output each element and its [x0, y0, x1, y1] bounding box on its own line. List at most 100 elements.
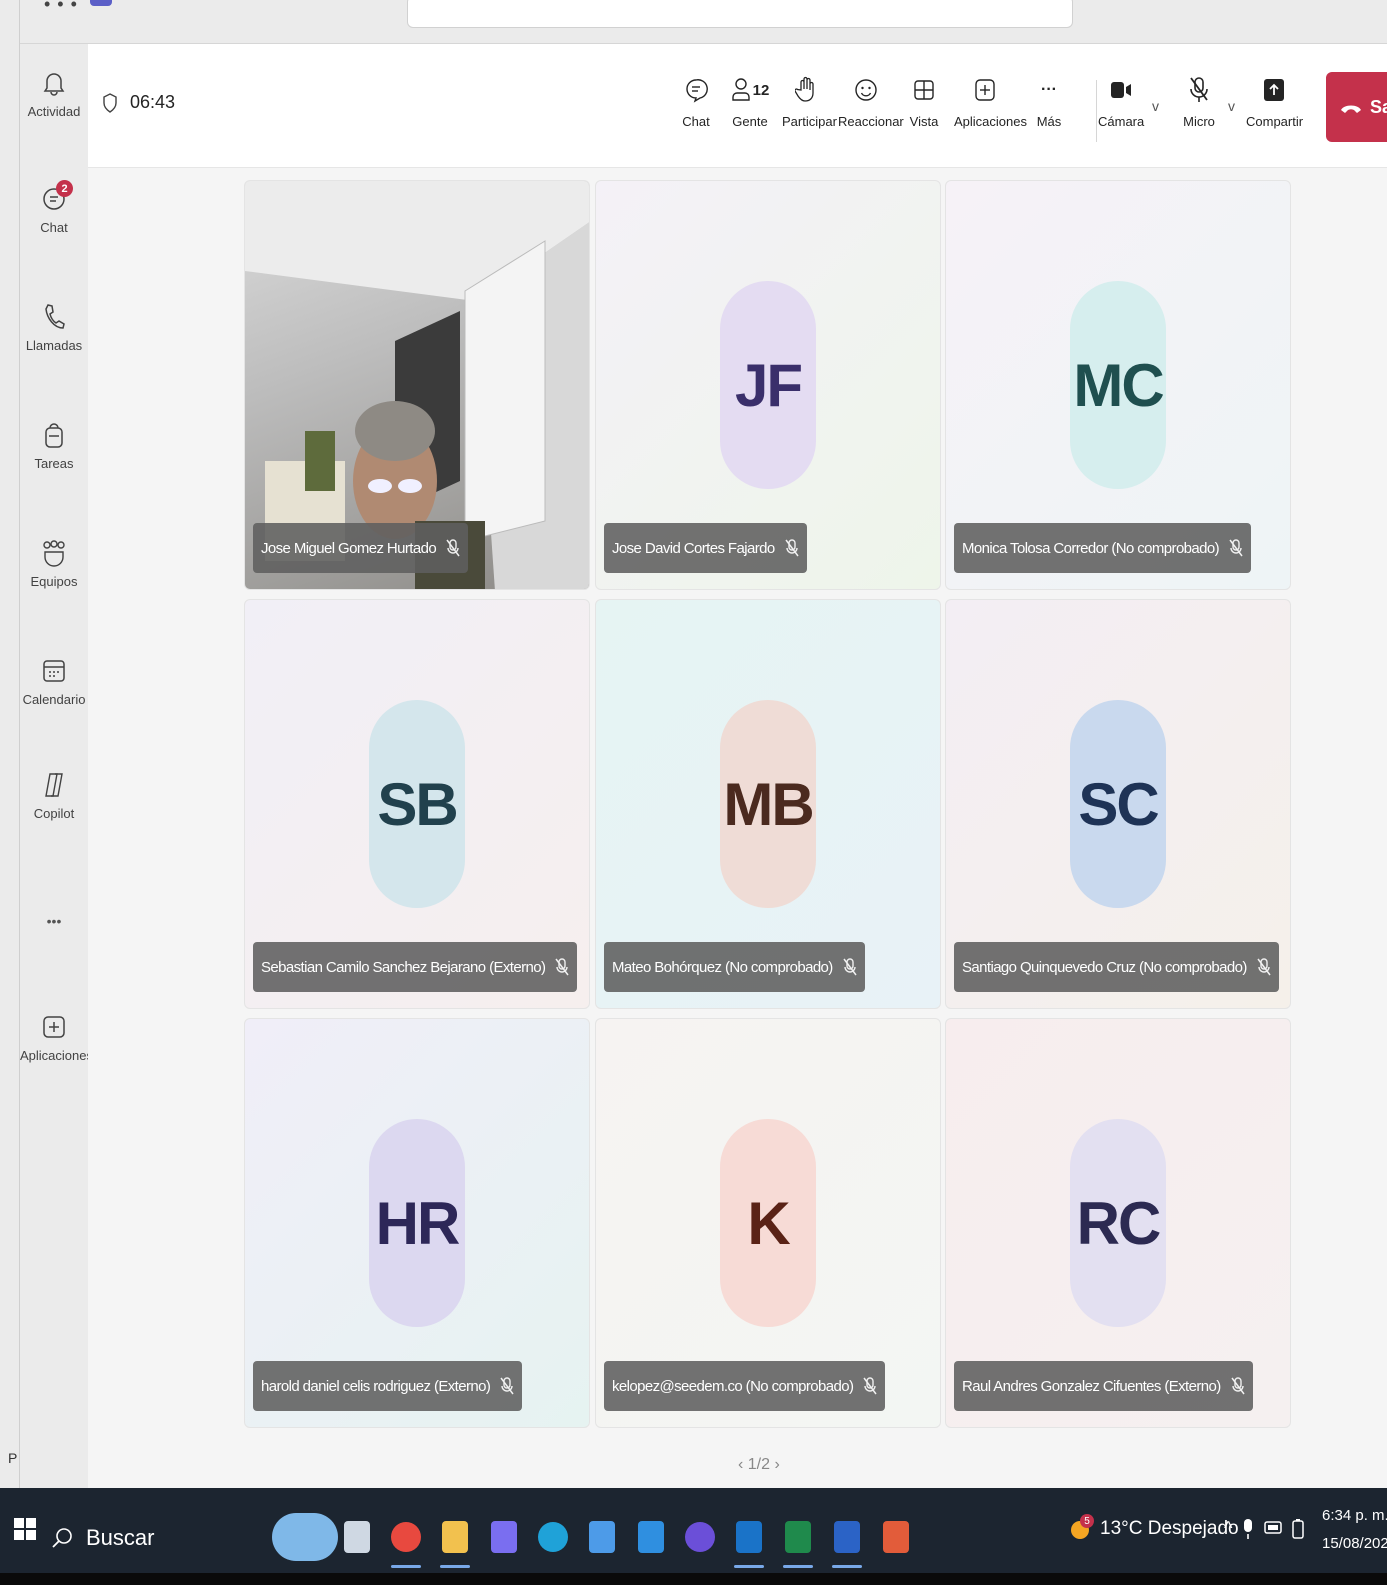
top-search-box[interactable]	[407, 0, 1073, 28]
grid-view-icon	[908, 70, 940, 110]
taskbar-app-edge[interactable]	[536, 1512, 570, 1562]
mic-button[interactable]: Micro	[1178, 70, 1220, 129]
weather-widget[interactable]: 5 13°C Despejado	[1068, 1514, 1239, 1544]
rail-item-more[interactable]: •••	[20, 904, 88, 938]
chrome-icon	[391, 1522, 421, 1552]
screen-bottom-edge	[0, 1573, 1387, 1585]
edge-icon	[538, 1522, 568, 1552]
menu-dots-icon[interactable]: • • •	[44, 0, 78, 15]
taskbar-app-word[interactable]	[830, 1512, 864, 1568]
add-apps-icon	[20, 1010, 88, 1044]
gallery-pager[interactable]: ‹ 1/2 ›	[738, 1456, 780, 1474]
widgets-icon	[272, 1513, 338, 1561]
participant-name: harold daniel celis rodriguez (Externo)	[261, 1377, 491, 1395]
toolbar-divider	[1096, 80, 1097, 142]
participant-tile[interactable]: MC Monica Tolosa Corredor (No comprobado)	[945, 180, 1291, 590]
rail-item-aplicaciones[interactable]: Aplicaciones	[20, 1010, 93, 1063]
window-title-bar: • • •	[0, 0, 1387, 44]
taskbar-app-excel[interactable]	[781, 1512, 815, 1568]
apps-button[interactable]: Aplicaciones	[954, 70, 1027, 129]
camera-options-chevron[interactable]: v	[1152, 98, 1159, 114]
rail-item-llamadas[interactable]: Llamadas	[20, 300, 88, 353]
weather-badge: 5	[1080, 1514, 1094, 1528]
shield-icon	[102, 92, 118, 113]
tasks-icon	[20, 418, 88, 452]
taskbar-app-outlook[interactable]	[732, 1512, 766, 1568]
participant-name: kelopez@seedem.co (No comprobado)	[612, 1377, 854, 1395]
leave-button[interactable]: Sa	[1326, 72, 1387, 142]
background-window-letter: P	[8, 1450, 18, 1466]
add-apps-icon	[954, 70, 1016, 110]
taskbar-app-task-view[interactable]	[340, 1512, 374, 1562]
people-button[interactable]: 12 Gente	[728, 70, 772, 129]
participant-tile[interactable]: JF Jose David Cortes Fajardo	[595, 180, 941, 590]
participant-name: Mateo Bohórquez (No comprobado)	[612, 958, 833, 976]
participant-tile[interactable]: Jose Miguel Gomez Hurtado	[244, 180, 590, 590]
participant-tile[interactable]: RC Raul Andres Gonzalez Cifuentes (Extern…	[945, 1018, 1291, 1428]
meeting-header: 06:43 Chat 12 Gente Participar Reacciona…	[88, 44, 1387, 168]
figma-icon	[883, 1521, 909, 1553]
hang-up-icon	[1340, 100, 1362, 114]
meeting-timer: 06:43	[102, 92, 175, 113]
calendar-icon	[20, 654, 88, 688]
windows-taskbar: Buscar 5 13°C Despejado ^ 6:34 p. m. 15/…	[0, 1488, 1387, 1585]
participant-tile[interactable]: SC Santiago Quinquevedo Cruz (No comproba…	[945, 599, 1291, 1009]
phone-icon	[20, 300, 88, 334]
rail-item-equipos[interactable]: Equipos	[20, 536, 88, 589]
participant-tile[interactable]: Kkelopez@seedem.co (No comprobado)	[595, 1018, 941, 1428]
running-indicator	[391, 1565, 421, 1568]
windows-start-icon[interactable]	[14, 1518, 36, 1540]
more-button[interactable]: ··· Más	[1034, 70, 1064, 129]
taskbar-app-vpn[interactable]	[683, 1512, 717, 1562]
network-icon[interactable]	[1264, 1518, 1283, 1540]
running-indicator	[783, 1565, 813, 1568]
word-icon	[834, 1521, 860, 1553]
taskbar-app-file-explorer[interactable]	[438, 1512, 472, 1568]
taskbar-search[interactable]: Buscar	[52, 1508, 262, 1568]
clock-time: 6:34 p. m.	[1322, 1507, 1387, 1524]
rail-item-chat[interactable]: 2 Chat	[20, 180, 88, 235]
share-button[interactable]: Compartir	[1246, 70, 1303, 129]
mic-muted-icon	[1257, 957, 1271, 977]
taskbar-app-vscode[interactable]	[634, 1512, 668, 1562]
camera-icon	[1098, 70, 1144, 110]
mic-muted-icon	[500, 1376, 514, 1396]
participant-name-tag: Santiago Quinquevedo Cruz (No comprobado…	[954, 942, 1279, 992]
taskbar-app-figma[interactable]	[879, 1512, 913, 1562]
raise-hand-button[interactable]: Participar	[782, 70, 837, 129]
participant-tile[interactable]: SB Sebastian Camilo Sanchez Bejarano (Ext…	[244, 599, 590, 1009]
participant-name-tag: harold daniel celis rodriguez (Externo)	[253, 1361, 523, 1411]
participant-name-tag: Monica Tolosa Corredor (No comprobado)	[954, 523, 1252, 573]
copilot-icon	[491, 1521, 517, 1553]
weather-sun-icon: 5	[1068, 1514, 1094, 1544]
taskbar-app-copilot[interactable]	[487, 1512, 521, 1562]
tray-chevron-up-icon[interactable]: ^	[1224, 1518, 1232, 1540]
taskbar-app-widgets[interactable]	[270, 1512, 340, 1562]
participant-tile[interactable]: MB Mateo Bohórquez (No comprobado)	[595, 599, 941, 1009]
microphone-icon[interactable]	[1242, 1518, 1254, 1540]
taskbar-app-store[interactable]	[585, 1512, 619, 1562]
rail-item-calendario[interactable]: Calendario	[20, 654, 88, 707]
task-view-icon	[344, 1521, 370, 1553]
camera-button[interactable]: Cámara	[1098, 70, 1144, 129]
clock-date: 15/08/2025	[1322, 1535, 1387, 1552]
chat-icon: 2	[20, 180, 88, 216]
chat-button[interactable]: Chat	[676, 70, 716, 129]
weather-text: 13°C Despejado	[1100, 1518, 1239, 1539]
copilot-icon	[20, 768, 88, 802]
mic-off-icon	[1178, 70, 1220, 110]
hand-icon	[782, 70, 830, 110]
rail-item-tareas[interactable]: Tareas	[20, 418, 88, 471]
system-tray: ^	[1224, 1518, 1305, 1540]
teams-icon	[20, 536, 88, 570]
participant-tile[interactable]: HR harold daniel celis rodriguez (Externo…	[244, 1018, 590, 1428]
mic-muted-icon	[863, 1376, 877, 1396]
rail-item-actividad[interactable]: Actividad	[20, 66, 88, 119]
react-button[interactable]: Reaccionar	[838, 70, 904, 129]
mic-options-chevron[interactable]: v	[1228, 98, 1235, 114]
rail-item-copilot[interactable]: Copilot	[20, 768, 88, 821]
taskbar-app-chrome[interactable]	[389, 1512, 423, 1568]
taskbar-clock[interactable]: 6:34 p. m. 15/08/2025	[1322, 1502, 1387, 1558]
battery-icon[interactable]	[1292, 1518, 1305, 1540]
view-button[interactable]: Vista	[908, 70, 940, 129]
